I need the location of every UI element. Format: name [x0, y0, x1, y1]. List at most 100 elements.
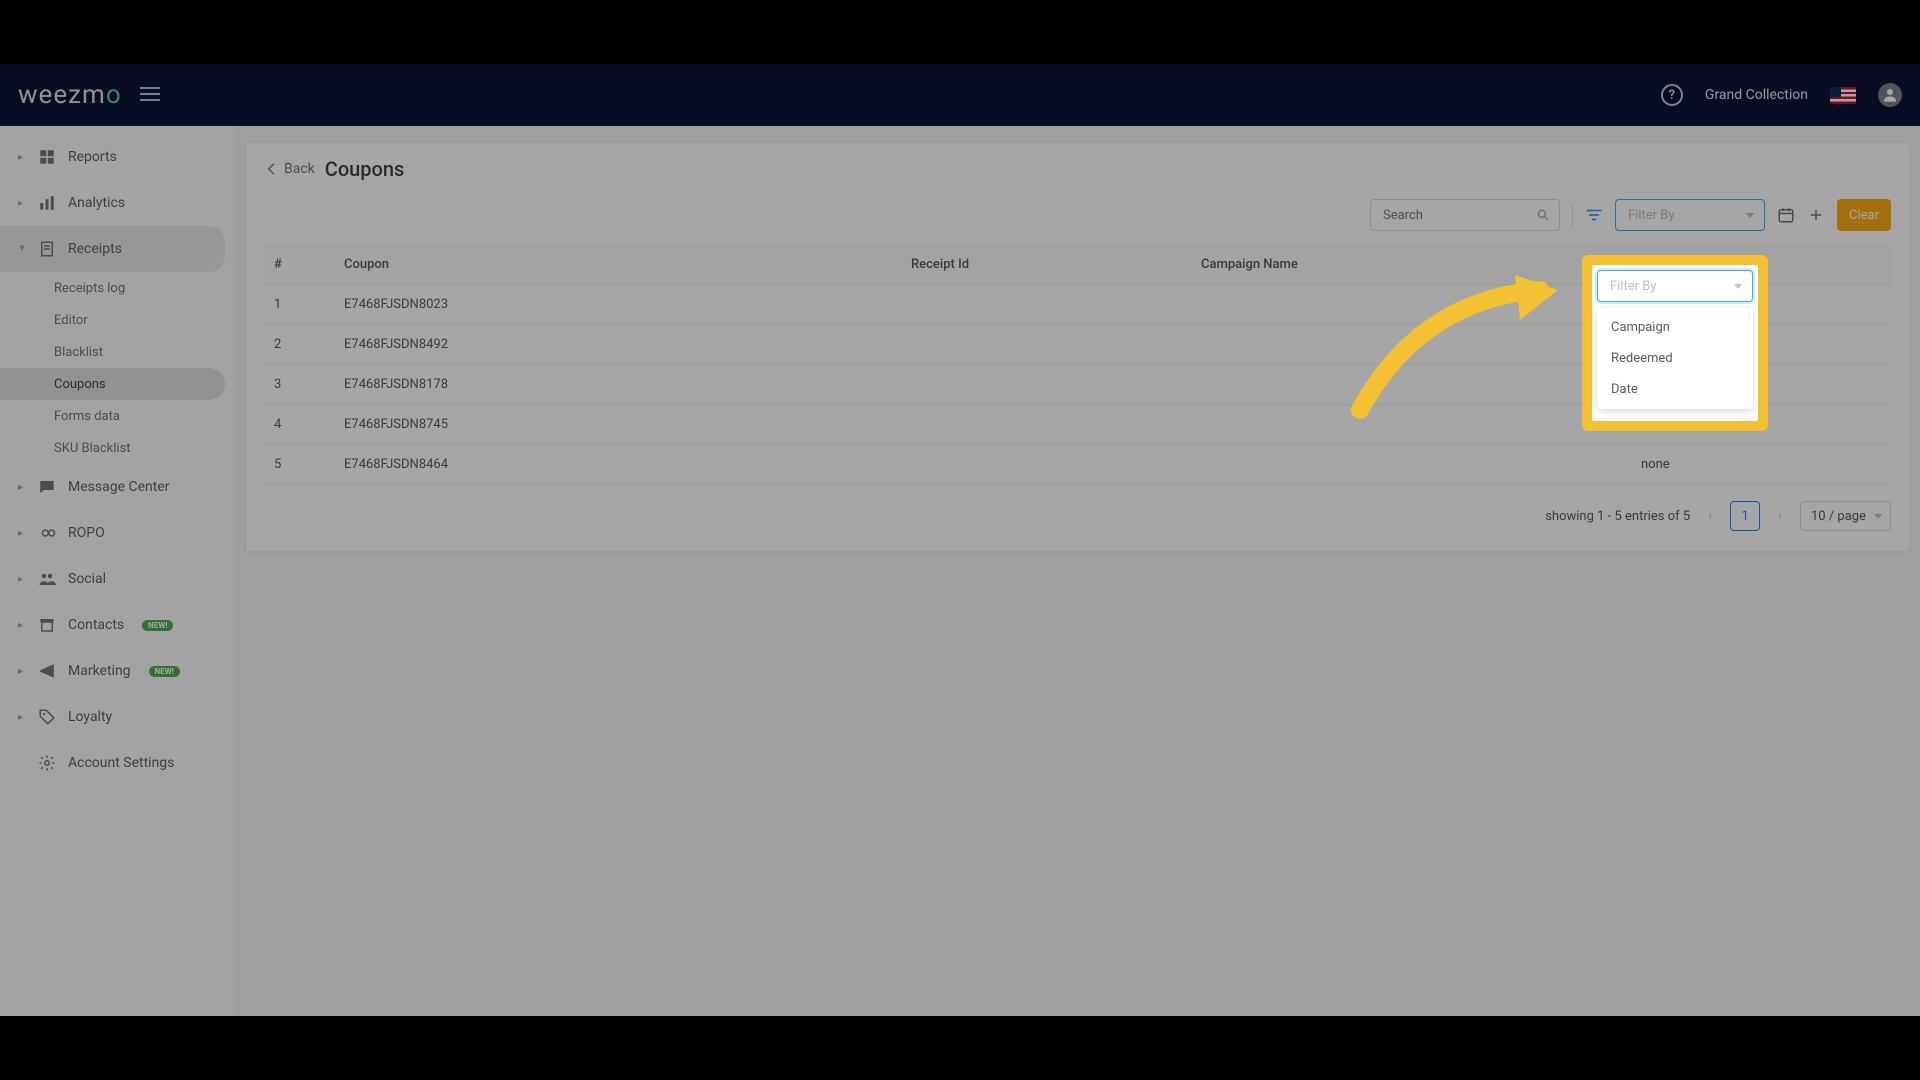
sidebar-subitem-forms-data[interactable]: Forms data	[0, 400, 235, 432]
user-avatar-button[interactable]	[1878, 83, 1902, 107]
nav-label: Contacts	[68, 617, 124, 633]
nav-label: Message Center	[68, 479, 170, 495]
nav-label: ROPO	[68, 525, 105, 541]
filter-by-dropdown: CampaignRedeemedDate	[1597, 308, 1753, 409]
page-title: Coupons	[325, 157, 405, 181]
pagination-summary: showing 1 - 5 entries of 5	[1545, 509, 1690, 524]
tag-icon	[38, 708, 56, 726]
caret-icon: ▸	[17, 245, 28, 253]
org-name[interactable]: Grand Collection	[1705, 87, 1808, 103]
nav-label: Receipts	[68, 241, 122, 257]
cell-campaign	[1191, 365, 1631, 405]
filter-placeholder: Filter By	[1628, 208, 1675, 223]
logo-text: weezm	[18, 80, 106, 110]
search-input[interactable]	[1370, 199, 1560, 231]
cell-n: 2	[264, 325, 334, 365]
cell-coupon: E7468FJSDN8023	[334, 285, 901, 325]
people-icon	[38, 570, 56, 588]
cell-receipt	[901, 365, 1191, 405]
infinity-icon	[38, 524, 56, 542]
page-size-label: 10 / page	[1811, 509, 1866, 524]
cell-receipt	[901, 285, 1191, 325]
cell-campaign	[1191, 325, 1631, 365]
receipt-icon	[38, 240, 56, 258]
filter-option-campaign[interactable]: Campaign	[1597, 312, 1753, 343]
logo: weezmo	[18, 80, 122, 110]
sidebar-item-social[interactable]: ▸ Social	[0, 556, 235, 602]
table-row[interactable]: 5E7468FJSDN8464 none	[264, 445, 1891, 485]
sidebar-item-reports[interactable]: ▸ Reports	[0, 134, 235, 180]
filter-option-redeemed[interactable]: Redeemed	[1597, 343, 1753, 374]
hamburger-icon	[140, 87, 160, 101]
caret-icon: ▸	[18, 482, 26, 493]
page-size-select[interactable]: 10 / page	[1800, 501, 1891, 531]
nav-label: Loyalty	[68, 709, 112, 725]
back-label: Back	[284, 161, 315, 177]
caret-icon: ▸	[18, 620, 26, 631]
cell-coupon: E7468FJSDN8464	[334, 445, 901, 485]
cell-campaign	[1191, 445, 1631, 485]
new-badge: NEW!	[149, 666, 180, 677]
new-badge: NEW!	[142, 620, 173, 631]
cell-receipt	[901, 445, 1191, 485]
cell-coupon: E7468FJSDN8745	[334, 405, 901, 445]
column-header[interactable]: Campaign Name	[1191, 245, 1631, 285]
filter-by-select-highlighted[interactable]: Filter By	[1597, 270, 1753, 302]
back-button[interactable]: Back	[264, 161, 315, 177]
sidebar-subitem-editor[interactable]: Editor	[0, 304, 235, 336]
page-number-current[interactable]: 1	[1730, 501, 1760, 531]
user-icon	[1881, 86, 1899, 104]
campaign-icon	[38, 662, 56, 680]
add-button[interactable]	[1807, 206, 1825, 224]
sidebar-subitem-blacklist[interactable]: Blacklist	[0, 336, 235, 368]
cell-n: 1	[264, 285, 334, 325]
arrow-left-icon	[264, 161, 280, 177]
sidebar-nav: ▸ Reports ▸ Analytics ▸ Receipts Receipts logE…	[0, 126, 235, 1016]
caret-icon: ▸	[18, 574, 26, 585]
date-picker-button[interactable]	[1777, 206, 1795, 224]
filter-settings-button[interactable]	[1585, 206, 1603, 224]
cell-receipt	[901, 325, 1191, 365]
nav-label: Analytics	[68, 195, 125, 211]
sidebar-item-ropo[interactable]: ▸ROPO	[0, 510, 235, 556]
column-header[interactable]: Coupon	[334, 245, 901, 285]
cell-n: 5	[264, 445, 334, 485]
nav-label: Reports	[68, 149, 117, 165]
toolbar-divider	[1572, 203, 1573, 227]
cell-n: 4	[264, 405, 334, 445]
locale-flag-icon[interactable]	[1830, 87, 1856, 104]
caret-icon: ▸	[18, 666, 26, 677]
menu-toggle-button[interactable]	[140, 86, 160, 105]
prev-page-button[interactable]: ‹	[1704, 509, 1716, 524]
next-page-button[interactable]: ›	[1774, 509, 1786, 524]
sidebar-subitem-receipts-log[interactable]: Receipts log	[0, 272, 235, 304]
sidebar-item-contacts[interactable]: ▸ Contacts NEW!	[0, 602, 235, 648]
sidebar-item-message-center[interactable]: ▸ Message Center	[0, 464, 235, 510]
search-icon	[1536, 207, 1550, 226]
column-header[interactable]: Receipt Id	[901, 245, 1191, 285]
sidebar-subitem-coupons[interactable]: Coupons	[0, 368, 225, 400]
caret-icon: ▸	[18, 152, 26, 163]
sidebar-item-account-settings[interactable]: Account Settings	[0, 740, 235, 786]
nav-label: Marketing	[68, 663, 131, 679]
column-header[interactable]: #	[264, 245, 334, 285]
caret-icon: ▸	[18, 198, 26, 209]
cell-n: 3	[264, 365, 334, 405]
sidebar-item-marketing[interactable]: ▸ Marketing NEW!	[0, 648, 235, 694]
sidebar-item-analytics[interactable]: ▸ Analytics	[0, 180, 235, 226]
help-button[interactable]: ?	[1661, 84, 1683, 106]
caret-icon: ▸	[18, 712, 26, 723]
sidebar-item-receipts[interactable]: ▸ Receipts	[0, 226, 225, 272]
cell-receipt	[901, 405, 1191, 445]
filter-placeholder: Filter By	[1610, 279, 1657, 294]
sidebar-subitem-sku-blacklist[interactable]: SKU Blacklist	[0, 432, 235, 464]
message-icon	[38, 478, 56, 496]
clear-button[interactable]: Clear	[1837, 199, 1891, 231]
filter-by-select[interactable]: Filter By	[1615, 199, 1765, 231]
top-navbar: weezmo ? Grand Collection	[0, 64, 1920, 126]
dashboard-icon	[38, 148, 56, 166]
filter-option-date[interactable]: Date	[1597, 374, 1753, 405]
nav-label: Social	[68, 571, 106, 587]
sidebar-item-loyalty[interactable]: ▸ Loyalty	[0, 694, 235, 740]
cell-redeemed: none	[1631, 445, 1891, 485]
